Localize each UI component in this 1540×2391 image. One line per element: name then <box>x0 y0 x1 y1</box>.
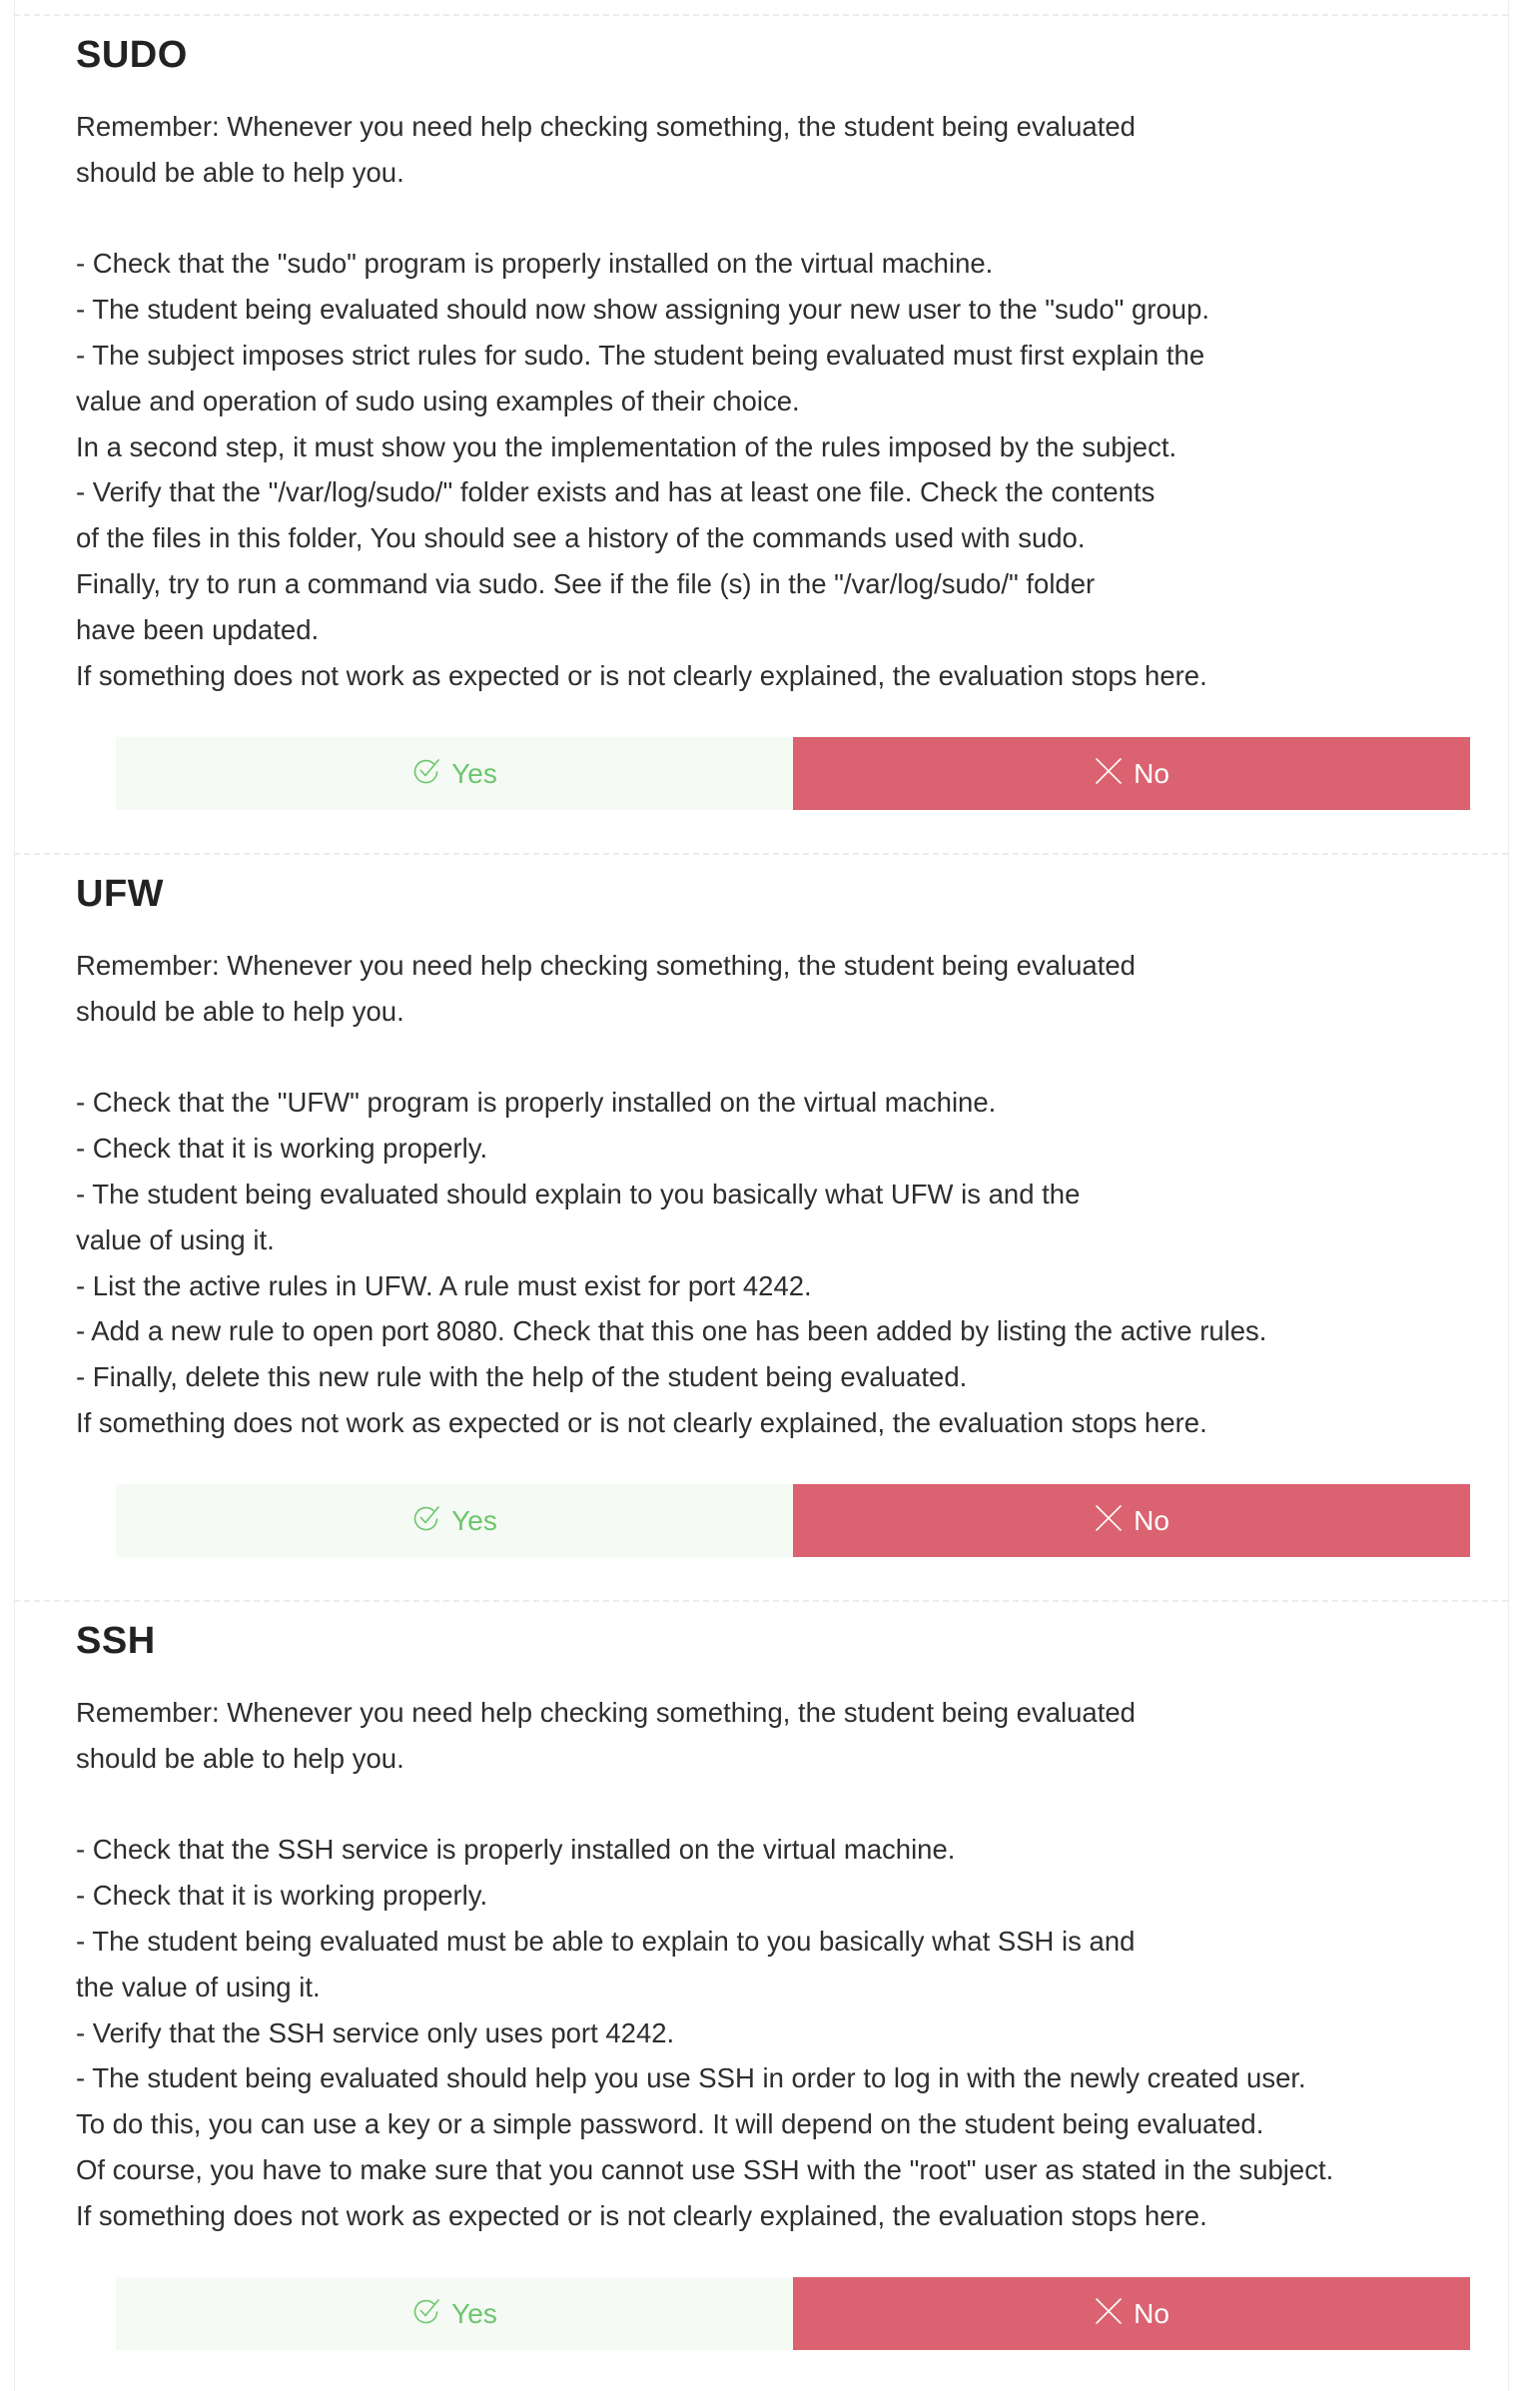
section-instructions: Remember: Whenever you need help checkin… <box>76 950 1267 1438</box>
no-button[interactable]: No <box>793 737 1470 810</box>
yes-button[interactable]: Yes <box>116 2277 793 2350</box>
yes-label: Yes <box>451 1504 497 1536</box>
section-instructions: Remember: Whenever you need help checkin… <box>76 1697 1334 2231</box>
yes-label: Yes <box>451 2297 497 2329</box>
evaluation-page: SUDO Remember: Whenever you need help ch… <box>0 0 1540 2391</box>
no-button[interactable]: No <box>793 2277 1470 2350</box>
no-label: No <box>1134 2297 1169 2329</box>
yes-button[interactable]: Yes <box>116 1484 793 1557</box>
check-circle-icon <box>413 2298 439 2323</box>
close-icon <box>1096 757 1122 784</box>
right-border <box>1508 0 1509 2391</box>
close-icon <box>1096 2297 1122 2324</box>
close-icon <box>1096 1504 1122 1531</box>
no-button[interactable]: No <box>793 1484 1470 1557</box>
section-title: SSH <box>76 1620 156 1662</box>
no-label: No <box>1134 1504 1169 1536</box>
section-title: UFW <box>76 873 165 915</box>
check-circle-icon <box>413 1505 439 1530</box>
section-ssh: SSH Remember: Whenever you need help che… <box>14 1602 1508 2391</box>
yes-label: Yes <box>451 757 497 789</box>
check-circle-icon <box>413 758 439 783</box>
section-title: SUDO <box>76 34 188 76</box>
section-ufw: UFW Remember: Whenever you need help che… <box>14 855 1508 1602</box>
section-sudo: SUDO Remember: Whenever you need help ch… <box>14 16 1508 855</box>
no-label: No <box>1134 757 1169 789</box>
yes-button[interactable]: Yes <box>116 737 793 810</box>
section-instructions: Remember: Whenever you need help checkin… <box>76 111 1210 691</box>
